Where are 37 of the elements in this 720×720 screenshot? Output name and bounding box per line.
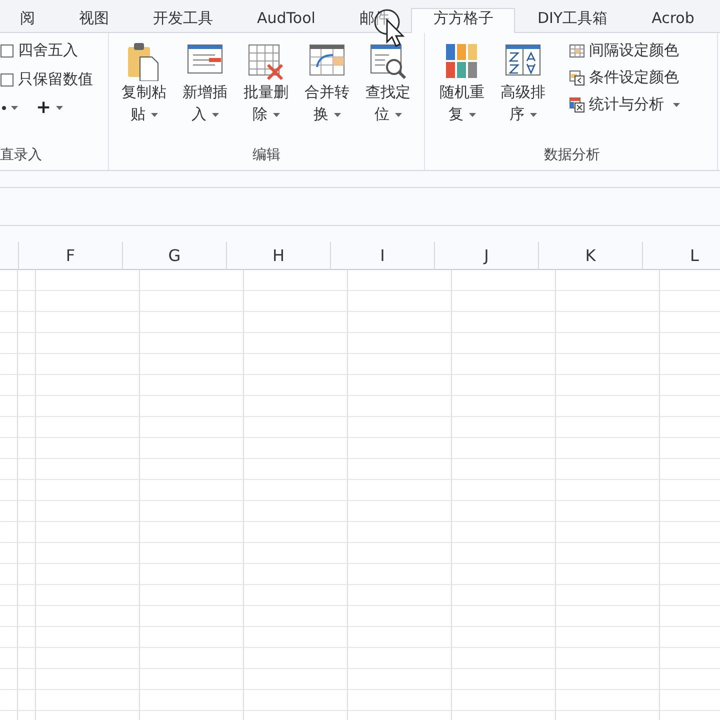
ribbon-tab[interactable]: AudTool [235,8,338,32]
group-label: 数据分析 [543,146,601,165]
ribbon-button[interactable]: 只保留数值 [0,68,93,91]
dropdown-button[interactable] [2,106,18,110]
ribbon-button[interactable]: 查找定位 [359,39,417,146]
caret-icon [150,112,158,117]
ribbon-button[interactable]: 四舍五入 [0,39,93,62]
ribbon-tab[interactable]: DIY工具箱 [515,8,630,32]
add-button[interactable]: + [36,97,64,118]
ribbon-button[interactable]: 复制粘贴 [115,39,173,146]
caret-icon [212,112,218,117]
ribbon-tab[interactable]: 阅 [0,8,57,32]
ribbon-button[interactable]: 随机重复 [433,39,491,146]
dot-icon [2,106,6,110]
ribbon-tab[interactable]: 开发工具 [131,8,235,32]
ribbon-button[interactable]: 统计与分析 [569,93,680,116]
caret-icon [11,106,18,110]
ribbon-button[interactable]: 高级排序 [494,39,552,146]
ribbon-tab[interactable]: 视图 [57,8,131,32]
ribbon-button[interactable]: 新增插入 [176,39,234,146]
caret-icon [530,112,536,117]
caret-icon [272,112,280,117]
caret-icon [334,112,340,117]
ribbon-tab[interactable]: Acrob [630,8,716,32]
caret-icon [468,112,476,117]
table-icon [569,70,585,86]
ribbon-button[interactable]: 条件设定颜色 [569,66,680,89]
group-label: 直录入 [0,146,43,165]
group-label: 编辑 [252,146,282,165]
caret-icon [394,112,402,117]
ribbon-button[interactable]: 批量删除 [237,39,295,146]
ribbon-button[interactable]: 合并转换 [298,39,356,146]
caret-icon [56,106,64,110]
ribbon-tab[interactable]: 方方格子 [411,8,516,33]
table-icon [569,96,585,112]
ribbon-button[interactable]: 间隔设定颜色 [569,39,680,62]
table-icon [569,42,585,58]
